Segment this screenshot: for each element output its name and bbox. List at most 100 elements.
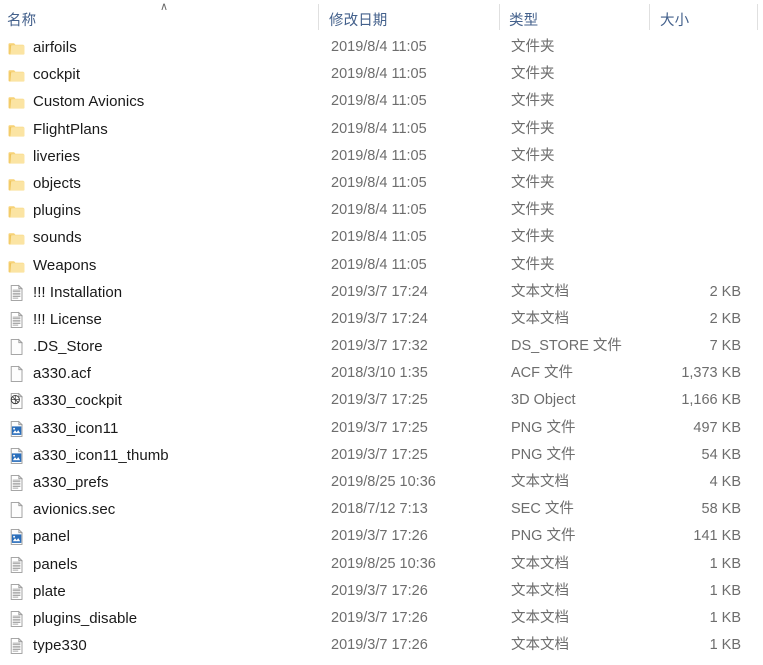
- file-name[interactable]: Custom Avionics: [33, 92, 144, 111]
- file-size: 1,373 KB: [681, 365, 741, 382]
- file-type: 文件夹: [511, 256, 555, 273]
- file-name[interactable]: type330: [33, 636, 87, 655]
- file-list-row[interactable]: liveries 2019/8/4 11:05 文件夹: [0, 143, 763, 170]
- column-resize-handle-date[interactable]: [499, 4, 500, 30]
- file-name[interactable]: a330_icon11_thumb: [33, 446, 169, 465]
- file-list-row[interactable]: plugins_disable 2019/3/7 17:26 文本文档 1 KB: [0, 605, 763, 632]
- file-size: 1 KB: [709, 555, 741, 572]
- column-resize-handle-name[interactable]: [318, 4, 319, 30]
- file-date-modified: 2019/8/4 11:05: [331, 120, 427, 137]
- file-size: 141 KB: [693, 528, 741, 545]
- column-header-type[interactable]: 类型: [509, 9, 538, 30]
- file-name[interactable]: a330_prefs: [33, 473, 109, 492]
- blank-file-icon: [8, 338, 25, 356]
- file-date-modified: 2019/3/7 17:25: [331, 419, 428, 436]
- file-size: 4 KB: [709, 474, 741, 490]
- file-date-modified: 2019/8/4 11:05: [331, 66, 427, 83]
- file-list-row[interactable]: !!! License 2019/3/7 17:24 文本文档 2 KB: [0, 306, 763, 333]
- file-date-modified: 2019/8/25 10:36: [331, 555, 436, 572]
- folder-icon: [8, 148, 25, 166]
- sort-ascending-icon[interactable]: ∧: [157, 2, 171, 13]
- file-list-row[interactable]: .DS_Store 2019/3/7 17:32 DS_STORE 文件 7 KB: [0, 333, 763, 360]
- file-type: 文件夹: [511, 39, 555, 55]
- file-name[interactable]: a330_icon11: [33, 419, 118, 438]
- file-name[interactable]: airfoils: [33, 38, 77, 57]
- column-header-size[interactable]: 大小: [660, 9, 689, 30]
- blank-file-icon: [8, 365, 25, 383]
- file-list-row[interactable]: !!! Installation 2019/3/7 17:24 文本文档 2 KB: [0, 279, 763, 306]
- file-name[interactable]: !!! Installation: [33, 283, 122, 302]
- file-date-modified: 2019/8/25 10:36: [331, 474, 436, 490]
- file-size: 1 KB: [709, 582, 741, 599]
- file-date-modified: 2019/3/7 17:24: [331, 310, 428, 327]
- folder-icon: [8, 257, 25, 275]
- column-header-row: ∧ 名称 修改日期 类型 大小: [0, 0, 763, 34]
- file-name[interactable]: !!! License: [33, 310, 102, 329]
- file-name[interactable]: objects: [33, 174, 81, 193]
- file-list-row[interactable]: a330_cockpit 2019/3/7 17:25 3D Object 1,166…: [0, 387, 763, 414]
- file-type: 文件夹: [511, 120, 555, 137]
- text-document-icon: [8, 311, 25, 329]
- file-list-row[interactable]: airfoils 2019/8/4 11:05 文件夹: [0, 34, 763, 61]
- file-name[interactable]: plugins: [33, 201, 81, 220]
- file-date-modified: 2019/3/7 17:32: [331, 338, 428, 355]
- folder-icon: [8, 39, 25, 57]
- file-date-modified: 2019/8/4 11:05: [331, 174, 427, 191]
- file-type: 文件夹: [511, 147, 555, 164]
- file-list-row[interactable]: cockpit 2019/8/4 11:05 文件夹: [0, 61, 763, 88]
- file-name[interactable]: liveries: [33, 147, 80, 166]
- file-list-row[interactable]: a330_prefs 2019/8/25 10:36 文本文档 4 KB: [0, 469, 763, 496]
- file-size: 58 KB: [701, 501, 742, 518]
- file-list-row[interactable]: a330_icon11 2019/3/7 17:25 PNG 文件 497 KB: [0, 415, 763, 442]
- file-name[interactable]: .DS_Store: [33, 337, 103, 356]
- file-date-modified: 2019/8/4 11:05: [331, 229, 427, 246]
- file-name[interactable]: avionics.sec: [33, 500, 115, 519]
- file-name[interactable]: panels: [33, 555, 78, 574]
- file-date-modified: 2019/3/7 17:26: [331, 582, 428, 599]
- column-resize-handle-type[interactable]: [649, 4, 650, 30]
- text-document-icon: [8, 637, 25, 655]
- file-date-modified: 2019/3/7 17:26: [331, 637, 428, 654]
- text-document-icon: [8, 474, 25, 492]
- file-list-row[interactable]: sounds 2019/8/4 11:05 文件夹: [0, 224, 763, 251]
- file-date-modified: 2019/3/7 17:26: [331, 609, 428, 626]
- folder-icon: [8, 121, 25, 139]
- file-list-row[interactable]: objects 2019/8/4 11:05 文件夹: [0, 170, 763, 197]
- file-name[interactable]: cockpit: [33, 65, 80, 84]
- file-size: 1,166 KB: [681, 392, 741, 409]
- file-list-row[interactable]: Weapons 2019/8/4 11:05 文件夹: [0, 252, 763, 279]
- folder-icon: [8, 229, 25, 247]
- file-date-modified: 2019/3/7 17:26: [331, 528, 428, 545]
- folder-icon: [8, 93, 25, 111]
- file-list-row[interactable]: plugins 2019/8/4 11:05 文件夹: [0, 197, 763, 224]
- file-name[interactable]: a330.acf: [33, 364, 91, 383]
- text-document-icon: [8, 610, 25, 628]
- file-date-modified: 2019/8/4 11:05: [331, 39, 427, 55]
- file-name[interactable]: sounds: [33, 228, 82, 247]
- file-list-row[interactable]: plate 2019/3/7 17:26 文本文档 1 KB: [0, 578, 763, 605]
- file-name[interactable]: Weapons: [33, 256, 96, 275]
- 3d-object-icon: [8, 392, 25, 410]
- file-list-row[interactable]: a330_icon11_thumb 2019/3/7 17:25 PNG 文件 54 …: [0, 442, 763, 469]
- file-name[interactable]: a330_cockpit: [33, 391, 122, 410]
- file-name[interactable]: plate: [33, 582, 66, 601]
- file-list-row[interactable]: Custom Avionics 2019/8/4 11:05 文件夹: [0, 88, 763, 115]
- column-header-name[interactable]: 名称: [7, 9, 36, 30]
- file-list-row[interactable]: FlightPlans 2019/8/4 11:05 文件夹: [0, 116, 763, 143]
- file-list-row[interactable]: a330.acf 2018/3/10 1:35 ACF 文件 1,373 KB: [0, 360, 763, 387]
- file-date-modified: 2018/7/12 7:13: [331, 501, 428, 518]
- file-type: 文件夹: [511, 66, 555, 83]
- file-name[interactable]: panel: [33, 527, 70, 546]
- file-list-row[interactable]: type330 2019/3/7 17:26 文本文档 1 KB: [0, 632, 763, 659]
- file-name[interactable]: plugins_disable: [33, 609, 137, 628]
- file-name[interactable]: FlightPlans: [33, 120, 108, 139]
- file-list-row[interactable]: panel 2019/3/7 17:26 PNG 文件 141 KB: [0, 523, 763, 550]
- file-date-modified: 2019/3/7 17:25: [331, 392, 428, 409]
- file-explorer-details-view: ∧ 名称 修改日期 类型 大小 airfoils 2019/8/4 11:05 文件…: [0, 0, 763, 665]
- column-header-date-modified[interactable]: 修改日期: [329, 9, 387, 30]
- column-resize-handle-size[interactable]: [757, 4, 758, 30]
- file-list-row[interactable]: panels 2019/8/25 10:36 文本文档 1 KB: [0, 551, 763, 578]
- folder-icon: [8, 66, 25, 84]
- file-type: 文件夹: [511, 174, 555, 191]
- file-list-row[interactable]: avionics.sec 2018/7/12 7:13 SEC 文件 58 KB: [0, 496, 763, 523]
